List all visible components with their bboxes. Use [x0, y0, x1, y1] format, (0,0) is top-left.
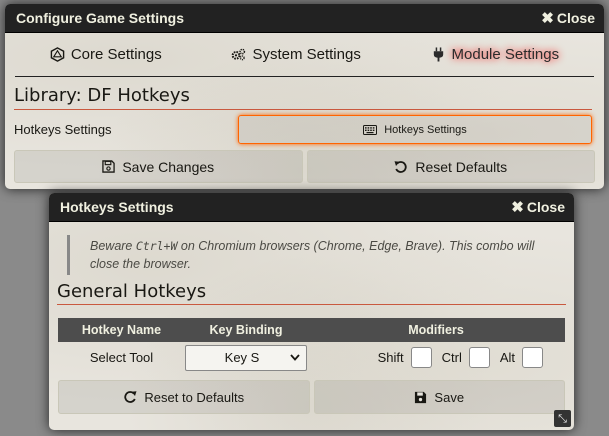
alt-checkbox[interactable]: [522, 347, 543, 368]
reset-defaults-label: Reset Defaults: [415, 158, 508, 175]
tab-core-settings[interactable]: Core Settings: [50, 46, 162, 63]
library-title: Library: DF Hotkeys: [14, 85, 592, 110]
settings-close-label: Close: [556, 10, 595, 26]
settings-window-title: Configure Game Settings: [16, 10, 185, 26]
key-binding-value: Key S: [224, 350, 260, 365]
tab-module-settings-label: Module Settings: [451, 46, 560, 63]
hotkey-name: Select Tool: [89, 350, 154, 365]
ctrl-checkbox[interactable]: [468, 347, 490, 368]
settings-footer: Save Changes Reset Defaults: [14, 150, 595, 183]
hotkeys-table-header: Hotkey Name Key Binding Modifiers: [58, 318, 565, 342]
expand-icon: ⤡: [558, 411, 567, 425]
alt-modifier: Alt: [500, 347, 543, 368]
notice-text-pre: Beware: [90, 239, 136, 253]
modifiers-cell: Shift Ctrl Alt: [307, 347, 565, 368]
reset-to-defaults-button[interactable]: Reset to Defaults: [58, 380, 310, 414]
chromium-warning-notice: Beware Ctrl+W on Chromium browsers (Chro…: [67, 235, 560, 275]
header-hotkey-name: Hotkey Name: [81, 323, 162, 337]
keyboard-icon: [363, 124, 378, 135]
save-button[interactable]: Save: [313, 380, 565, 414]
settings-close-button[interactable]: ✖ Close: [541, 10, 595, 26]
tab-system-settings-label: System Settings: [252, 46, 361, 63]
key-binding-cell: Key S: [185, 344, 307, 371]
table-row: Select Tool Key S Shift Ctrl Alt: [58, 342, 565, 373]
configure-settings-window: Configure Game Settings ✖ Close Core Set…: [5, 4, 604, 189]
dice-d20-icon: [50, 47, 65, 62]
header-key-binding: Key Binding: [209, 323, 283, 337]
hotkeys-setting-label: Hotkeys Settings: [14, 122, 112, 137]
redo-icon: [124, 391, 137, 403]
tab-module-settings[interactable]: Module Settings: [431, 46, 560, 63]
hotkeys-table: Hotkey Name Key Binding Modifiers Select…: [58, 318, 565, 373]
open-hotkeys-settings-label: Hotkeys Settings: [384, 123, 467, 136]
reset-to-defaults-label: Reset to Defaults: [144, 389, 245, 405]
save-changes-label: Save Changes: [122, 158, 215, 175]
hotkeys-close-label: Close: [526, 199, 565, 215]
save-changes-button[interactable]: Save Changes: [14, 150, 303, 183]
open-hotkeys-settings-button[interactable]: Hotkeys Settings: [238, 115, 592, 144]
plug-icon: [433, 47, 443, 62]
save-icon: [102, 160, 116, 173]
hotkeys-window-header[interactable]: Hotkeys Settings ✖ Close: [49, 193, 574, 222]
ctrl-label: Ctrl: [441, 350, 462, 365]
header-modifiers: Modifiers: [408, 323, 464, 337]
undo-icon: [394, 160, 407, 173]
cogs-icon: [232, 48, 246, 61]
tab-core-settings-label: Core Settings: [70, 46, 162, 63]
hotkeys-settings-window: Hotkeys Settings ✖ Close Beware Ctrl+W o…: [49, 193, 574, 430]
tab-system-settings[interactable]: System Settings: [231, 46, 361, 63]
notice-code: Ctrl+W: [135, 239, 178, 253]
save-icon: [415, 391, 427, 403]
general-hotkeys-title: General Hotkeys: [57, 281, 566, 305]
alt-label: Alt: [499, 350, 515, 365]
resize-handle[interactable]: ⤡: [554, 410, 571, 427]
reset-defaults-button[interactable]: Reset Defaults: [306, 150, 595, 183]
hotkeys-window-title: Hotkeys Settings: [60, 199, 174, 215]
hotkeys-close-button[interactable]: ✖ Close: [511, 199, 565, 215]
ctrl-modifier: Ctrl: [442, 347, 490, 368]
close-icon: ✖: [541, 9, 554, 27]
hotkeys-footer: Reset to Defaults Save: [58, 380, 565, 414]
chevron-down-icon: [290, 354, 300, 361]
key-binding-select[interactable]: Key S: [185, 344, 307, 371]
shift-checkbox[interactable]: [410, 347, 432, 368]
settings-window-header[interactable]: Configure Game Settings ✖ Close: [5, 4, 604, 33]
hotkeys-setting-row: Hotkeys Settings Hotkeys Settings: [14, 114, 592, 145]
shift-modifier: Shift: [378, 347, 432, 368]
shift-label: Shift: [377, 350, 404, 365]
close-icon: ✖: [511, 198, 524, 216]
settings-tabs: Core Settings System Settings Module Set…: [15, 33, 594, 77]
save-label: Save: [434, 389, 465, 405]
